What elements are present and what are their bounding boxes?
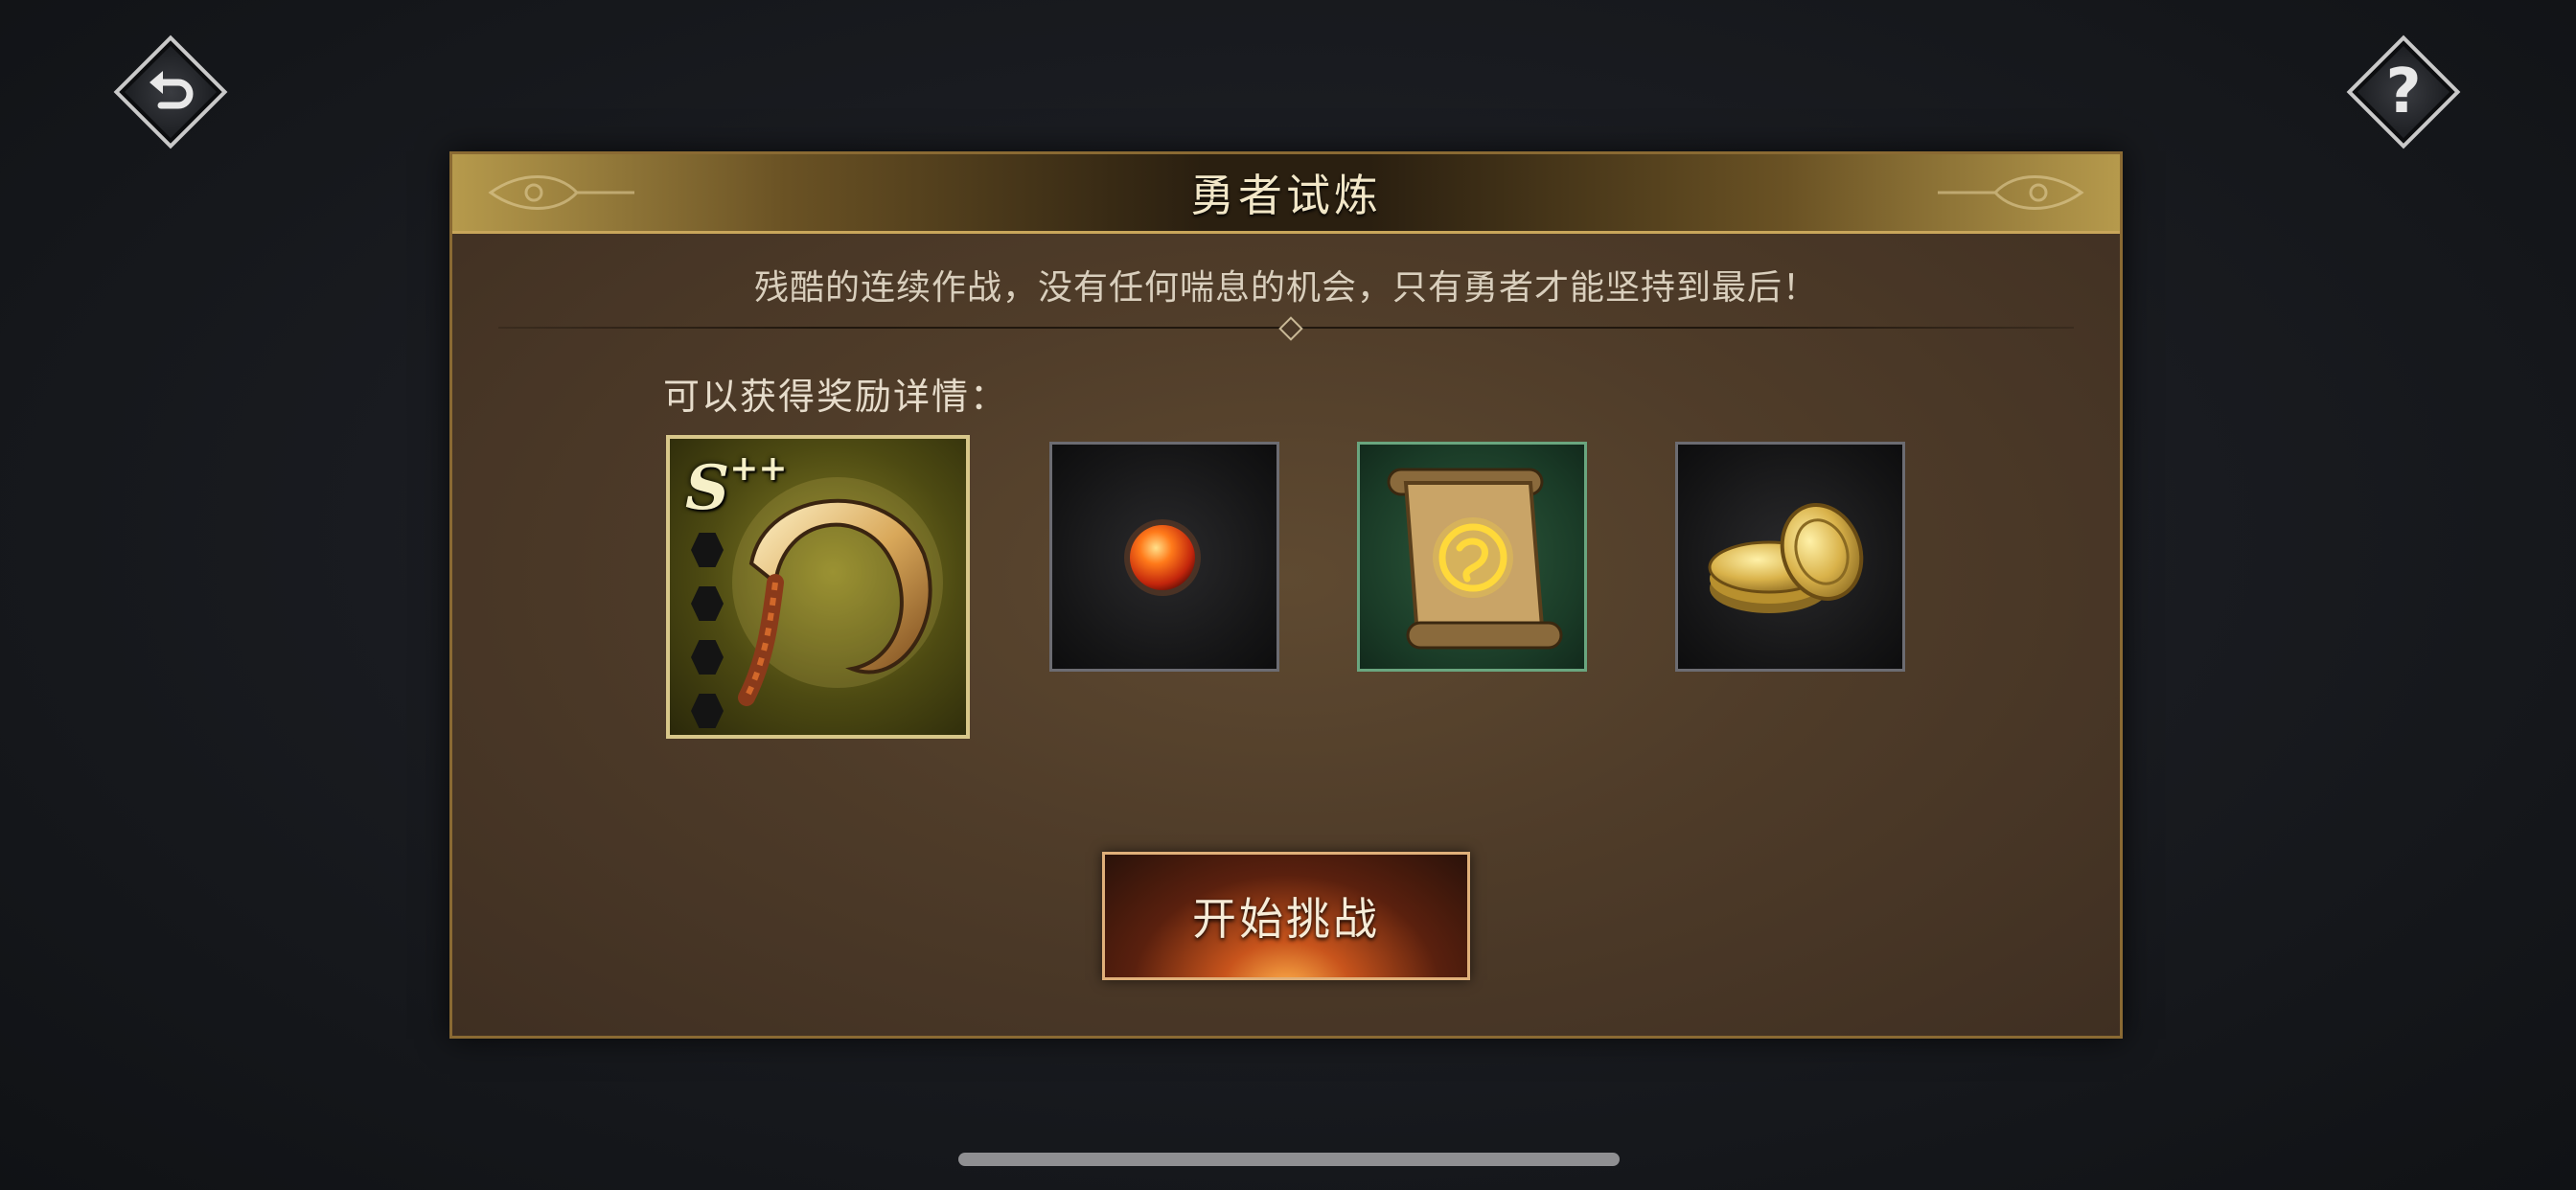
divider-diamond-icon	[1278, 316, 1303, 341]
gem-socket-icon	[691, 640, 724, 675]
reward-slot-orb[interactable]	[1049, 442, 1279, 672]
title-ornament-right-icon	[1938, 175, 2084, 210]
question-mark-icon: ?	[2385, 57, 2422, 127]
game-screen: ? 勇者试炼 残酷的连续作战，没有任何喘息的机会，只有勇者才能坚持到最后！ 可以…	[0, 0, 2576, 1190]
reward-slot-scroll[interactable]	[1357, 442, 1587, 672]
back-arrow-icon	[150, 71, 194, 109]
help-button[interactable]: ?	[2346, 34, 2461, 149]
dialog-description: 残酷的连续作战，没有任何喘息的机会，只有勇者才能坚持到最后！	[753, 268, 1818, 308]
home-indicator[interactable]	[958, 1153, 1620, 1166]
dialog-title-bar: 勇者试炼	[452, 154, 2120, 234]
gem-socket-icon	[691, 533, 724, 567]
reward-label: 可以获得奖励详情：	[663, 376, 1009, 418]
gold-coins-icon	[1708, 503, 1864, 613]
start-challenge-button[interactable]: 开始挑战	[1102, 852, 1470, 980]
dialog-title: 勇者试炼	[1190, 170, 1382, 221]
gem-socket-icon	[691, 694, 724, 728]
trial-dialog: 勇者试炼 残酷的连续作战，没有任何喘息的机会，只有勇者才能坚持到最后！ 可以获得…	[449, 151, 2123, 1039]
red-orb-icon	[1124, 519, 1201, 596]
magic-scroll-icon	[1387, 468, 1563, 650]
socket-column	[691, 533, 724, 728]
gem-socket-icon	[691, 586, 724, 621]
grade-badge: S++	[685, 448, 788, 524]
reward-slot-weapon[interactable]: S++	[666, 435, 970, 739]
start-challenge-label: 开始挑战	[1192, 893, 1380, 945]
title-ornament-left-icon	[488, 175, 634, 210]
back-button[interactable]	[113, 34, 228, 149]
reward-slot-coins[interactable]	[1675, 442, 1905, 672]
